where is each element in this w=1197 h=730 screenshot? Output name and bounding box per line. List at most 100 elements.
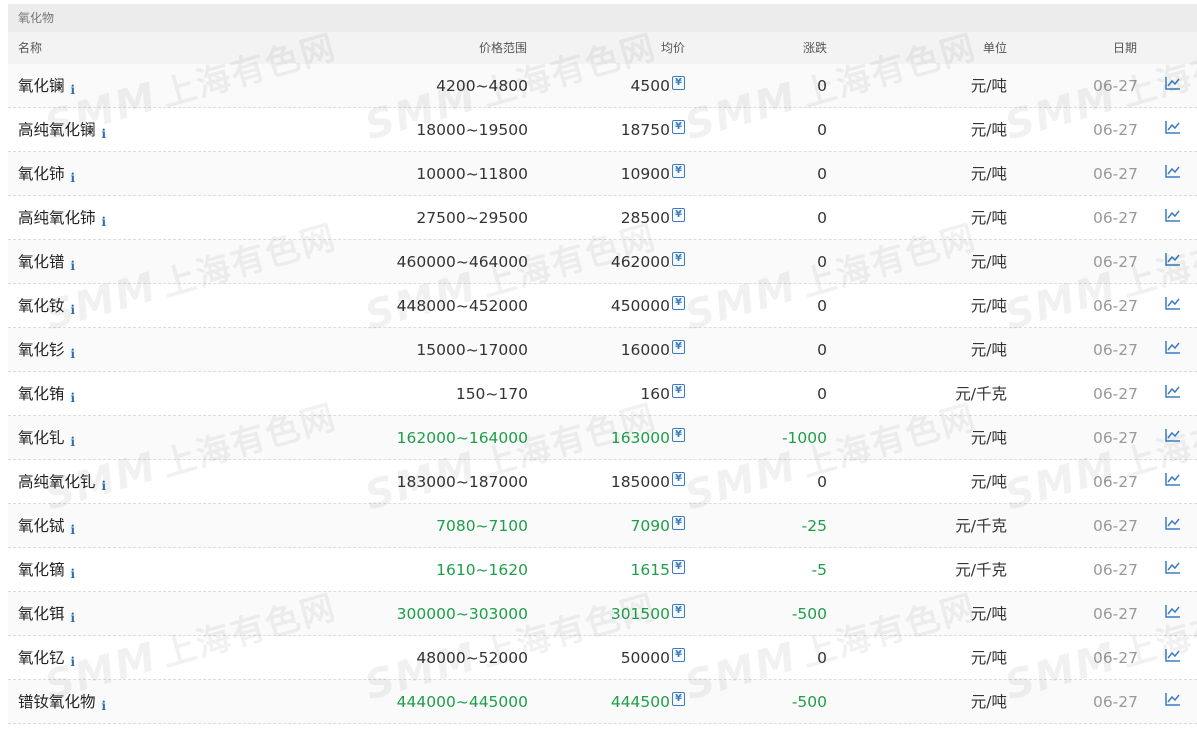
yuan-calendar-icon[interactable]: ¥ <box>672 252 685 266</box>
row-avg-value: 10900 <box>620 165 670 183</box>
yuan-calendar-icon[interactable]: ¥ <box>672 296 685 310</box>
row-name[interactable]: 高纯氧化钆 i <box>18 460 106 505</box>
row-name-label[interactable]: 高纯氧化铈 <box>18 209 96 227</box>
row-name[interactable]: 高纯氧化镧 i <box>18 108 106 153</box>
table-row: 氧化钐 i 15000~17000 16000 ¥0 元/吨 06-27 <box>8 328 1197 372</box>
row-avg-value: 16000 <box>620 341 670 359</box>
row-name-label[interactable]: 镨钕氧化物 <box>18 693 96 711</box>
info-icon[interactable]: i <box>71 640 76 684</box>
yuan-calendar-icon[interactable]: ¥ <box>672 516 685 530</box>
row-name[interactable]: 氧化镧 i <box>18 64 75 109</box>
line-chart-icon[interactable] <box>1165 384 1181 398</box>
yuan-calendar-icon[interactable]: ¥ <box>672 384 685 398</box>
row-change: -500 <box>791 605 827 623</box>
yuan-calendar-icon[interactable]: ¥ <box>672 164 685 178</box>
header-unit: 单位 <box>982 41 1007 55</box>
yuan-calendar-icon[interactable]: ¥ <box>672 604 685 618</box>
line-chart-icon[interactable] <box>1165 692 1181 706</box>
info-icon[interactable]: i <box>71 244 76 288</box>
row-range: 300000~303000 <box>396 605 528 623</box>
info-icon[interactable]: i <box>71 332 76 376</box>
line-chart-icon[interactable] <box>1165 604 1181 618</box>
table-row: 氧化铕 i 150~170 160 ¥0 元/千克 06-27 <box>8 372 1197 416</box>
row-name[interactable]: 氧化钆 i <box>18 416 75 461</box>
row-change: 0 <box>817 165 827 183</box>
row-date: 06-27 <box>1092 473 1138 491</box>
yuan-calendar-icon[interactable]: ¥ <box>672 692 685 706</box>
line-chart-icon[interactable] <box>1165 252 1181 266</box>
yuan-calendar-icon[interactable]: ¥ <box>672 560 685 574</box>
row-avg: 16000 ¥ <box>621 328 685 372</box>
row-change: 0 <box>817 297 827 315</box>
row-date: 06-27 <box>1092 341 1138 359</box>
row-name-label[interactable]: 氧化钐 <box>18 341 65 359</box>
yuan-calendar-icon[interactable]: ¥ <box>672 208 685 222</box>
row-name-label[interactable]: 氧化镨 <box>18 253 65 271</box>
line-chart-icon[interactable] <box>1165 340 1181 354</box>
row-avg: 462000 ¥ <box>611 240 685 284</box>
row-unit: 元/吨 <box>970 253 1007 271</box>
info-icon[interactable]: i <box>71 596 76 640</box>
row-name[interactable]: 高纯氧化铈 i <box>18 196 106 241</box>
row-change: -1000 <box>781 429 827 447</box>
row-name-label[interactable]: 氧化镧 <box>18 77 65 95</box>
info-icon[interactable]: i <box>71 420 76 464</box>
yuan-calendar-icon[interactable]: ¥ <box>672 472 685 486</box>
row-name-label[interactable]: 氧化铕 <box>18 385 65 403</box>
row-change: 0 <box>817 341 827 359</box>
line-chart-icon[interactable] <box>1165 472 1181 486</box>
yuan-calendar-icon[interactable]: ¥ <box>672 648 685 662</box>
row-name[interactable]: 氧化铽 i <box>18 504 75 549</box>
row-name-label[interactable]: 氧化钇 <box>18 649 65 667</box>
yuan-calendar-icon[interactable]: ¥ <box>672 120 685 134</box>
yuan-calendar-icon[interactable]: ¥ <box>672 428 685 442</box>
line-chart-icon[interactable] <box>1165 296 1181 310</box>
row-range: 27500~29500 <box>416 209 528 227</box>
line-chart-icon[interactable] <box>1165 648 1181 662</box>
row-name-label[interactable]: 氧化铽 <box>18 517 65 535</box>
header-name: 名称 <box>18 41 43 55</box>
row-date: 06-27 <box>1092 649 1138 667</box>
row-avg-value: 160 <box>640 385 670 403</box>
line-chart-icon[interactable] <box>1165 164 1181 178</box>
line-chart-icon[interactable] <box>1165 516 1181 530</box>
info-icon[interactable]: i <box>102 684 107 728</box>
row-name[interactable]: 氧化钇 i <box>18 636 75 681</box>
row-name[interactable]: 氧化铈 i <box>18 152 75 197</box>
line-chart-icon[interactable] <box>1165 428 1181 442</box>
row-date: 06-27 <box>1092 77 1138 95</box>
row-name-label[interactable]: 高纯氧化镧 <box>18 121 96 139</box>
row-name-label[interactable]: 氧化钕 <box>18 297 65 315</box>
line-chart-icon[interactable] <box>1165 120 1181 134</box>
row-name-label[interactable]: 氧化镝 <box>18 561 65 579</box>
header-change: 涨跌 <box>802 41 827 55</box>
yuan-calendar-icon[interactable]: ¥ <box>672 76 685 90</box>
yuan-calendar-icon[interactable]: ¥ <box>672 340 685 354</box>
line-chart-icon[interactable] <box>1165 76 1181 90</box>
info-icon[interactable]: i <box>71 156 76 200</box>
info-icon[interactable]: i <box>102 112 107 156</box>
row-range: 18000~19500 <box>416 121 528 139</box>
row-name-label[interactable]: 氧化铒 <box>18 605 65 623</box>
row-change: 0 <box>817 121 827 139</box>
row-name[interactable]: 镨钕氧化物 i <box>18 680 106 725</box>
info-icon[interactable]: i <box>71 68 76 112</box>
row-name[interactable]: 氧化钕 i <box>18 284 75 329</box>
line-chart-icon[interactable] <box>1165 560 1181 574</box>
row-name[interactable]: 氧化铕 i <box>18 372 75 417</box>
line-chart-icon[interactable] <box>1165 208 1181 222</box>
row-name-label[interactable]: 氧化铈 <box>18 165 65 183</box>
info-icon[interactable]: i <box>102 200 107 244</box>
row-name[interactable]: 氧化钐 i <box>18 328 75 373</box>
info-icon[interactable]: i <box>71 376 76 420</box>
row-name[interactable]: 氧化铒 i <box>18 592 75 637</box>
row-name-label[interactable]: 高纯氧化钆 <box>18 473 96 491</box>
info-icon[interactable]: i <box>102 464 107 508</box>
row-name[interactable]: 氧化镨 i <box>18 240 75 285</box>
row-name[interactable]: 氧化镝 i <box>18 548 75 593</box>
row-avg: 163000 ¥ <box>611 416 685 460</box>
info-icon[interactable]: i <box>71 552 76 596</box>
info-icon[interactable]: i <box>71 508 76 552</box>
row-name-label[interactable]: 氧化钆 <box>18 429 65 447</box>
info-icon[interactable]: i <box>71 288 76 332</box>
